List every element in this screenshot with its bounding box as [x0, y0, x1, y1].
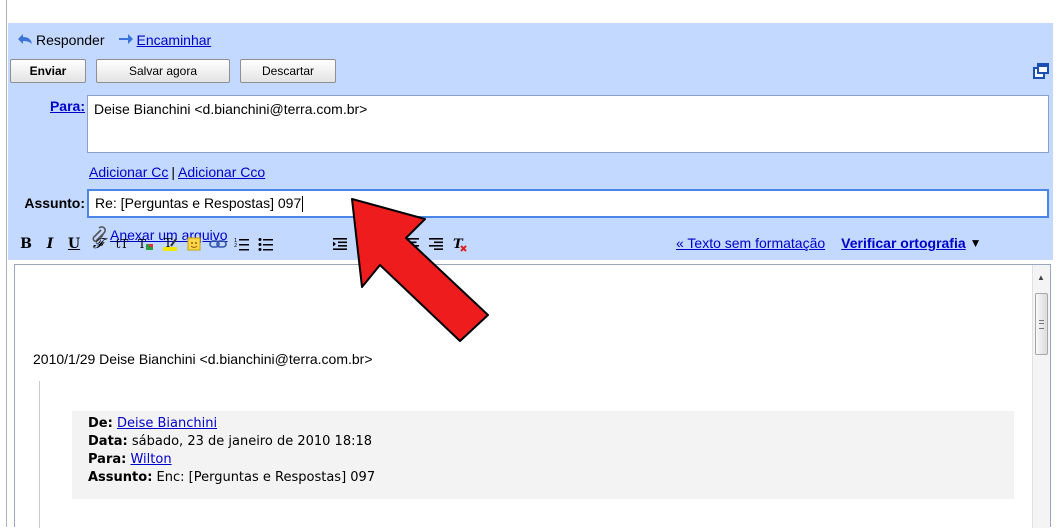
text-color-icon[interactable]: T [134, 234, 158, 254]
subject-field-value: Re: [Perguntas e Respostas] 097 [95, 195, 302, 211]
quote-indent-bar [39, 381, 40, 528]
remove-formatting-icon[interactable]: T [448, 234, 472, 254]
smiley-icon[interactable] [182, 234, 206, 254]
quoted-date-row: Data: sábado, 23 de janeiro de 2010 18:1… [88, 433, 1014, 451]
scroll-up-icon[interactable]: ▲ [1037, 273, 1045, 282]
svg-text:2: 2 [234, 243, 237, 249]
send-button[interactable]: Enviar [10, 59, 86, 83]
discard-button[interactable]: Descartar [240, 59, 336, 83]
editor-scrollbar[interactable]: ▲ [1032, 265, 1050, 528]
align-right-icon[interactable] [424, 234, 448, 254]
forward-link[interactable]: Encaminhar [137, 32, 212, 48]
save-now-button[interactable]: Salvar agora [96, 59, 230, 83]
add-bcc-link[interactable]: Adicionar Cco [178, 164, 265, 180]
text-caret [302, 196, 304, 213]
reply-arrow-icon [16, 32, 34, 49]
quoted-from-label: De: [88, 416, 113, 431]
cc-links-row: Adicionar Cc | Adicionar Cco [89, 164, 265, 180]
window-left-edge [6, 0, 7, 527]
forwarded-header-block: De: Deise Bianchini Data: sábado, 23 de … [72, 411, 1014, 499]
scrollbar-thumb[interactable] [1035, 293, 1048, 355]
spellcheck-link[interactable]: Verificar ortografia [841, 235, 966, 251]
to-field-value: Deise Bianchini <d.bianchini@terra.com.b… [94, 101, 368, 117]
forward-arrow-icon [117, 32, 135, 49]
numbered-list-icon[interactable]: 12 [230, 234, 254, 254]
reply-label[interactable]: Responder [36, 32, 105, 48]
plain-text-link[interactable]: « Texto sem formatação [676, 235, 825, 251]
quoted-to-label: Para: [88, 452, 127, 467]
link-icon[interactable] [206, 234, 230, 254]
highlight-color-icon[interactable]: T [158, 234, 182, 254]
align-center-icon[interactable] [400, 234, 424, 254]
to-field[interactable]: Deise Bianchini <d.bianchini@terra.com.b… [87, 95, 1049, 153]
formatting-toolbar: B I U 𝓕 tT T T 12 ⇤ ⇥ ❝ T [14, 233, 472, 255]
svg-text:T: T [164, 236, 172, 250]
bold-button[interactable]: B [14, 234, 38, 254]
to-label[interactable]: Para: [8, 98, 85, 114]
add-cc-link[interactable]: Adicionar Cc [89, 164, 168, 180]
align-left-icon[interactable] [376, 234, 400, 254]
reply-mode-row: Responder Encaminhar [16, 30, 211, 50]
subject-label: Assunto: [24, 195, 85, 211]
quoted-date-value: sábado, 23 de janeiro de 2010 18:18 [131, 434, 373, 449]
font-size-icon[interactable]: tT [110, 234, 134, 254]
quoted-subject-label: Assunto: [88, 470, 153, 485]
svg-text:T: T [138, 237, 146, 251]
subject-field[interactable]: Re: [Perguntas e Respostas] 097 [87, 189, 1049, 218]
quote-icon[interactable]: ❝ [352, 234, 376, 254]
message-body-editor[interactable]: 2010/1/29 Deise Bianchini <d.bianchini@t… [14, 264, 1051, 528]
indent-icon[interactable] [328, 234, 352, 254]
font-icon[interactable]: 𝓕 [86, 234, 110, 254]
quote-header: 2010/1/29 Deise Bianchini <d.bianchini@t… [33, 351, 373, 367]
quoted-to-link[interactable]: Wilton [130, 452, 171, 467]
popout-icon[interactable] [1033, 63, 1049, 79]
spellcheck-dropdown-icon[interactable]: ▼ [970, 236, 982, 250]
bullet-list-icon[interactable] [254, 234, 278, 254]
quoted-from-row: De: Deise Bianchini [88, 415, 1014, 433]
cc-separator: | [171, 164, 176, 180]
quoted-date-label: Data: [88, 434, 128, 449]
toolbar-links: « Texto sem formatação Verificar ortogra… [676, 235, 982, 251]
quoted-subject-value: Enc: [Perguntas e Respostas] 097 [156, 470, 376, 485]
quoted-from-link[interactable]: Deise Bianchini [117, 416, 217, 431]
scrollbar-grip [1039, 320, 1044, 329]
quoted-subject-row: Assunto: Enc: [Perguntas e Respostas] 09… [88, 469, 1014, 487]
underline-button[interactable]: U [62, 234, 86, 254]
compose-header-panel: Responder Encaminhar Enviar Salvar agora… [8, 23, 1053, 260]
italic-button[interactable]: I [38, 234, 62, 254]
quoted-to-row: Para: Wilton [88, 451, 1014, 469]
